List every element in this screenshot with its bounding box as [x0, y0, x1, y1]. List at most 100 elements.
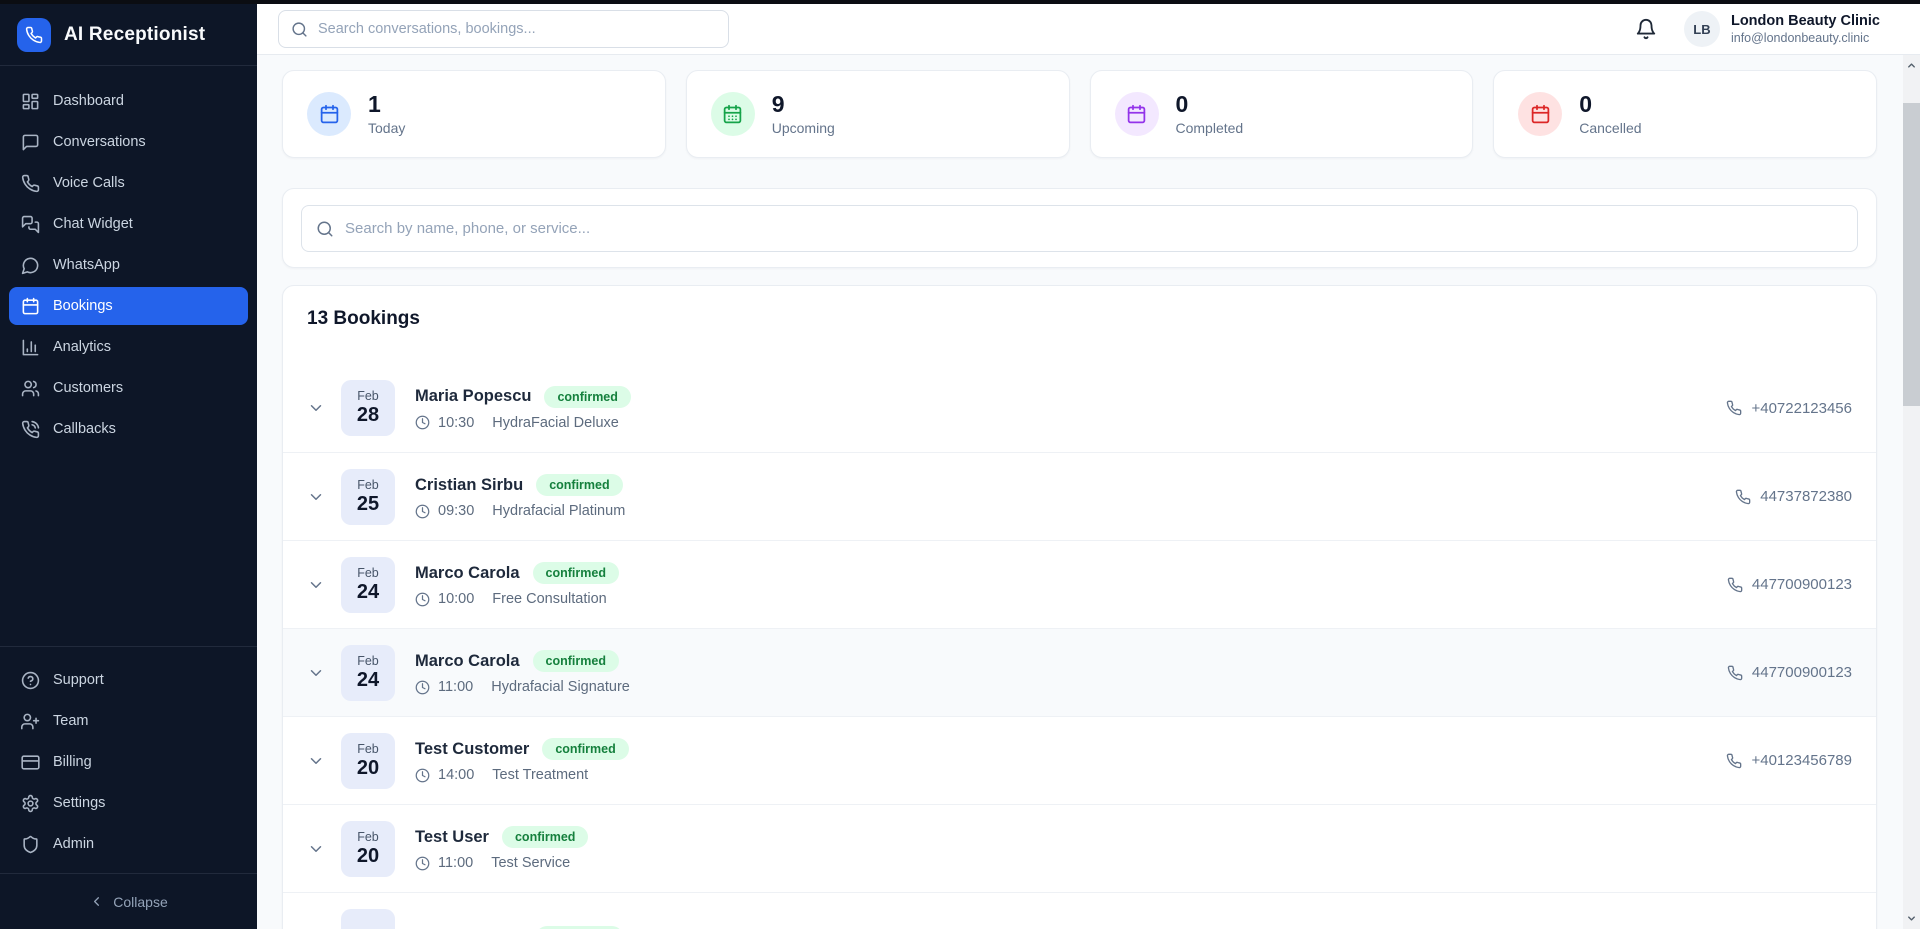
sidebar-item-label: Conversations [53, 134, 146, 150]
collapse-sidebar-button[interactable]: Collapse [0, 873, 257, 929]
phone-number: 447700900123 [1752, 576, 1852, 593]
date-month: Feb [357, 654, 379, 668]
date-day: 25 [357, 493, 379, 516]
notifications-button[interactable] [1635, 18, 1657, 40]
chat-widget-icon [21, 215, 40, 234]
expand-row-button[interactable] [307, 576, 325, 594]
collapse-label: Collapse [113, 894, 167, 910]
global-search-input[interactable] [318, 21, 716, 37]
sidebar-item-settings[interactable]: Settings [9, 784, 248, 822]
sidebar-item-label: Billing [53, 754, 92, 770]
scroll-down-arrow[interactable] [1903, 910, 1920, 927]
gear-icon [21, 794, 40, 813]
booking-time: 10:30 [438, 415, 474, 431]
phone-icon [1727, 577, 1743, 593]
booking-row[interactable]: Feb 24 Marco Carola confirmed 10:00 Free… [283, 540, 1876, 628]
sidebar-footer-nav: Support Team Billing Settings Admin [0, 646, 257, 873]
chevron-down-icon [307, 664, 325, 682]
sidebar-item-conversations[interactable]: Conversations [9, 123, 248, 161]
bookings-search-input[interactable] [345, 220, 1843, 237]
sidebar-item-chat-widget[interactable]: Chat Widget [9, 205, 248, 243]
sidebar-item-bookings[interactable]: Bookings [9, 287, 248, 325]
date-month: Feb [357, 389, 379, 403]
date-month: Feb [357, 478, 379, 492]
booking-service: HydraFacial Deluxe [492, 415, 619, 431]
booking-row[interactable]: Feb 28 Maria Popescu confirmed 10:30 Hyd… [283, 364, 1876, 452]
scroll-up-arrow[interactable] [1903, 57, 1920, 74]
sidebar-item-label: WhatsApp [53, 257, 120, 273]
sidebar-item-callbacks[interactable]: Callbacks [9, 410, 248, 448]
phone-icon [1726, 753, 1742, 769]
expand-row-button[interactable] [307, 399, 325, 417]
help-circle-icon [21, 671, 40, 690]
sidebar-nav: Dashboard Conversations Voice Calls Chat… [0, 66, 257, 456]
vertical-scrollbar[interactable] [1903, 55, 1920, 929]
expand-row-button[interactable] [307, 840, 325, 858]
scrollbar-thumb[interactable] [1903, 103, 1920, 406]
stat-card-upcoming: 9 Upcoming [686, 70, 1070, 158]
stat-icon-wrap [307, 92, 351, 136]
sidebar-item-team[interactable]: Team [9, 702, 248, 740]
search-icon [316, 220, 334, 238]
expand-row-button[interactable] [307, 488, 325, 506]
expand-row-button[interactable] [307, 752, 325, 770]
sidebar-item-billing[interactable]: Billing [9, 743, 248, 781]
clock-icon [415, 592, 430, 607]
phone-icon [1726, 400, 1742, 416]
stat-label: Cancelled [1579, 120, 1641, 136]
app-title: AI Receptionist [64, 24, 205, 46]
date-month: Feb [357, 830, 379, 844]
booking-time: 09:30 [438, 503, 474, 519]
sidebar-item-label: Bookings [53, 298, 113, 314]
sidebar-item-admin[interactable]: Admin [9, 825, 248, 863]
status-badge: confirmed [536, 926, 622, 929]
window-top-edge [0, 0, 1920, 4]
date-day: 20 [357, 757, 379, 780]
sidebar-item-label: Support [53, 672, 104, 688]
booking-row[interactable]: Feb 24 Marco Carola confirmed 11:00 Hydr… [283, 628, 1876, 716]
topbar-right: LB London Beauty Clinic info@londonbeaut… [1635, 11, 1880, 47]
bookings-card: 13 Bookings Feb 28 Maria Popescu confirm… [282, 285, 1877, 929]
stat-label: Today [368, 120, 405, 136]
status-badge: confirmed [544, 386, 630, 408]
customer-name: Cristian Sirbu [415, 476, 523, 495]
status-badge: confirmed [542, 738, 628, 760]
sidebar-item-dashboard[interactable]: Dashboard [9, 82, 248, 120]
customer-phone: +40722123456 [1726, 400, 1852, 417]
sidebar-item-label: Settings [53, 795, 105, 811]
sidebar: AI Receptionist Dashboard Conversations … [0, 4, 257, 929]
stats-row: 1 Today 9 Upcoming 0 Completed [282, 70, 1877, 158]
date-badge: Feb 28 [341, 380, 395, 436]
chevron-up-icon [1906, 60, 1917, 71]
whatsapp-icon [21, 256, 40, 275]
booking-row[interactable]: Feb 25 Cristian Sirbu confirmed 09:30 Hy… [283, 452, 1876, 540]
phone-number: 44737872380 [1760, 488, 1852, 505]
phone-icon [21, 174, 40, 193]
bell-icon [1635, 18, 1657, 40]
sidebar-item-customers[interactable]: Customers [9, 369, 248, 407]
credit-card-icon [21, 753, 40, 772]
expand-row-button[interactable] [307, 664, 325, 682]
topbar: LB London Beauty Clinic info@londonbeaut… [257, 4, 1920, 55]
stat-value: 1 [368, 92, 405, 117]
account-menu[interactable]: LB London Beauty Clinic info@londonbeaut… [1684, 11, 1880, 47]
booking-row[interactable]: Feb 20 Test Customer confirmed 14:00 Tes… [283, 716, 1876, 804]
sidebar-item-label: Admin [53, 836, 94, 852]
status-badge: confirmed [502, 826, 588, 848]
bookings-heading: 13 Bookings [307, 308, 1852, 330]
stat-icon-wrap [1518, 92, 1562, 136]
date-month: Feb [357, 566, 379, 580]
sidebar-item-voice-calls[interactable]: Voice Calls [9, 164, 248, 202]
sidebar-item-support[interactable]: Support [9, 661, 248, 699]
sidebar-item-analytics[interactable]: Analytics [9, 328, 248, 366]
bookings-filter-card [282, 188, 1877, 268]
booking-time: 11:00 [438, 679, 473, 695]
booking-row[interactable]: Feb 20 Test User confirmed 11:00 Test Se… [283, 804, 1876, 892]
sidebar-item-whatsapp[interactable]: WhatsApp [9, 246, 248, 284]
stat-card-today: 1 Today [282, 70, 666, 158]
clock-icon [415, 856, 430, 871]
customer-name: Marco Carola [415, 652, 520, 671]
booking-row[interactable]: Feb Cristian Sirbu confirmed [283, 892, 1876, 929]
chevron-down-icon [307, 399, 325, 417]
date-badge: Feb 20 [341, 733, 395, 789]
